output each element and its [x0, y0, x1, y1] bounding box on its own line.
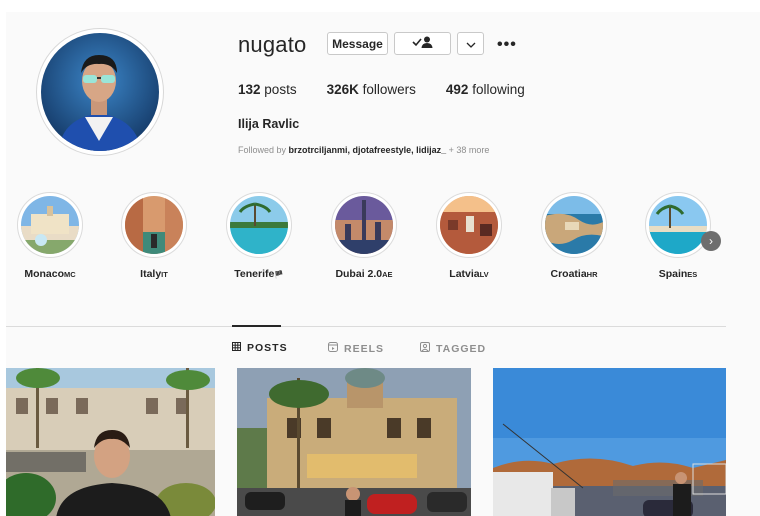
followers-label: followers: [362, 82, 416, 97]
highlight-cover: [440, 196, 498, 254]
more-options-icon[interactable]: •••: [497, 36, 517, 54]
highlight-label: Dubai 2.0AE: [329, 268, 399, 280]
highlight-name: Monaco: [24, 268, 64, 280]
following-button[interactable]: [394, 32, 451, 55]
highlight-label: ItalyIT: [119, 268, 189, 280]
highlight-cover: [545, 196, 603, 254]
followers-count: 326K: [326, 82, 359, 97]
post-thumbnail[interactable]: [237, 368, 471, 516]
highlight-country-code: LV: [479, 270, 489, 279]
highlight-italy[interactable]: ItalyIT: [119, 192, 189, 280]
tab-label: TAGGED: [436, 342, 487, 355]
highlight-dubai[interactable]: Dubai 2.0AE: [329, 192, 399, 280]
following-stat[interactable]: 492 following: [446, 82, 525, 97]
highlight-latvia[interactable]: LatviaLV: [434, 192, 504, 280]
suggested-accounts-button[interactable]: [457, 32, 484, 55]
highlight-cover: [335, 196, 393, 254]
profile-stats: 132 posts 326K followers 492 following: [238, 82, 555, 97]
highlight-cover: [649, 196, 707, 254]
highlight-label: Tenerife🏴: [224, 268, 294, 280]
highlight-monaco[interactable]: MonacoMC: [15, 192, 85, 280]
highlight-name: Italy: [140, 268, 162, 280]
highlight-label: SpainES: [643, 268, 713, 280]
highlight-label: MonacoMC: [15, 268, 85, 280]
highlight-cover: [125, 196, 183, 254]
tab-label: POSTS: [247, 342, 288, 354]
following-label: following: [472, 82, 525, 97]
highlight-ring: [645, 192, 711, 258]
posts-label: posts: [264, 82, 297, 97]
grid-icon: [232, 342, 241, 354]
highlight-croatia[interactable]: CroatiaHR: [539, 192, 609, 280]
post-thumbnail[interactable]: [6, 368, 215, 516]
tagged-icon: [420, 342, 430, 355]
highlight-cover: [230, 196, 288, 254]
posts-stat: 132 posts: [238, 82, 297, 97]
highlight-country-code: MC: [64, 270, 76, 279]
followed-by-names: brzotrciljanmi, djotafreestyle, lidijaz_: [288, 145, 447, 155]
followers-stat[interactable]: 326K followers: [327, 82, 416, 97]
reels-icon: [328, 342, 338, 355]
tabs-divider: [6, 326, 726, 327]
highlight-cover: [21, 196, 79, 254]
highlight-ring: [121, 192, 187, 258]
followed-by-text[interactable]: Followed by brzotrciljanmi, djotafreesty…: [238, 145, 489, 155]
following-user-icon: [411, 36, 434, 51]
highlight-country-code: ES: [687, 270, 698, 279]
highlight-country-code: AE: [382, 270, 393, 279]
avatar-photo: [41, 33, 159, 151]
highlight-ring: [226, 192, 292, 258]
profile-username: nugato: [238, 32, 307, 57]
highlight-name: Latvia: [449, 268, 480, 280]
tab-tagged[interactable]: TAGGED: [420, 342, 486, 355]
highlight-country-code: IT: [161, 270, 168, 279]
message-button[interactable]: Message: [327, 32, 388, 55]
following-count: 492: [445, 82, 469, 97]
chevron-right-icon[interactable]: ›: [701, 231, 721, 251]
highlight-name: Tenerife: [234, 268, 275, 280]
highlight-name: Croatia: [550, 268, 587, 280]
profile-page: nugato Message ••• 132 posts 326K follow…: [6, 12, 760, 516]
highlight-ring: [331, 192, 397, 258]
highlight-label: LatviaLV: [434, 268, 504, 280]
followed-by-more: + 38 more: [448, 145, 490, 155]
profile-avatar[interactable]: [36, 28, 164, 156]
active-tab-indicator: [232, 325, 281, 327]
highlight-ring: [17, 192, 83, 258]
tab-posts[interactable]: POSTS: [232, 342, 288, 354]
highlight-name: Spain: [658, 268, 688, 280]
tab-reels[interactable]: REELS: [328, 342, 384, 355]
tab-label: REELS: [344, 342, 385, 355]
highlight-country-code: HR: [586, 270, 598, 279]
posts-count: 132: [238, 82, 261, 97]
followed-by-prefix: Followed by: [238, 145, 287, 155]
highlight-name: Dubai 2.0: [335, 268, 383, 280]
highlight-ring: [436, 192, 502, 258]
post-thumbnail[interactable]: [493, 368, 726, 516]
highlight-ring: [541, 192, 607, 258]
profile-full-name: Ilija Ravlic: [238, 117, 300, 131]
highlight-tenerife[interactable]: Tenerife🏴: [224, 192, 294, 280]
chevron-down-icon: [466, 37, 476, 51]
highlight-country-code: 🏴: [274, 270, 284, 279]
highlight-label: CroatiaHR: [539, 268, 609, 280]
